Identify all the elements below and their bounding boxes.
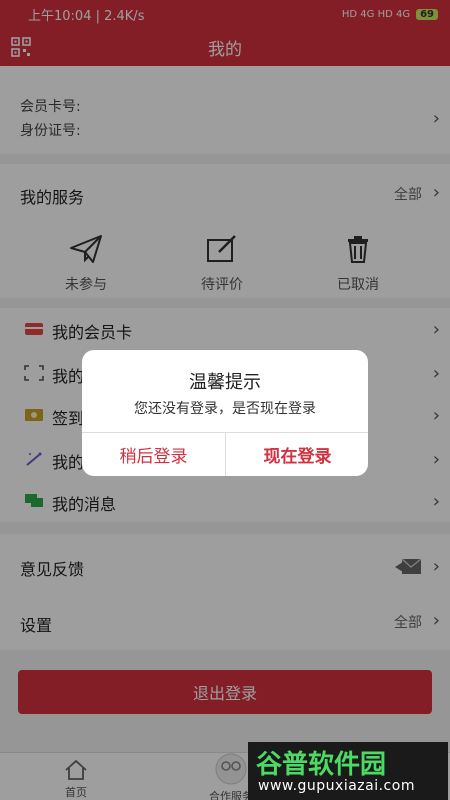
login-later-button[interactable]: 稍后登录 [82,432,225,476]
watermark-logo: 谷普软件园 www.gupuxiazai.com [248,742,448,800]
dialog-message: 您还没有登录，是否现在登录 [134,401,316,417]
watermark-brand: 谷普软件园 [256,750,387,780]
login-prompt-dialog: 温馨提示 您还没有登录，是否现在登录 稍后登录 现在登录 [82,350,368,476]
login-now-button[interactable]: 现在登录 [226,432,368,476]
watermark-url: www.gupuxiazai.com [258,778,415,794]
dialog-title: 温馨提示 [189,372,261,393]
